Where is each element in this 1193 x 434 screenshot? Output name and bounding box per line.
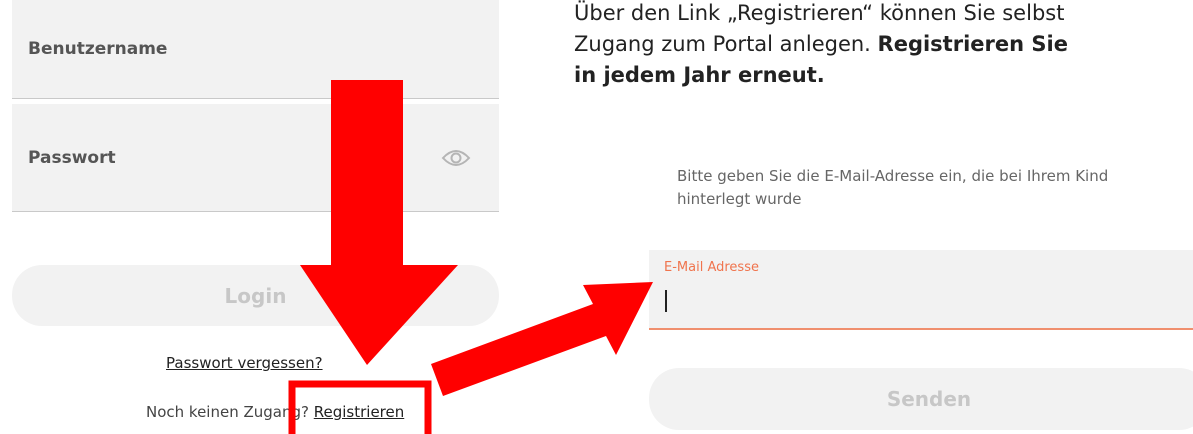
annotation-overlay — [288, 80, 653, 434]
register-highlight-box — [288, 380, 432, 434]
right-arrow-annotation — [431, 282, 653, 396]
down-arrow-annotation — [300, 80, 458, 365]
